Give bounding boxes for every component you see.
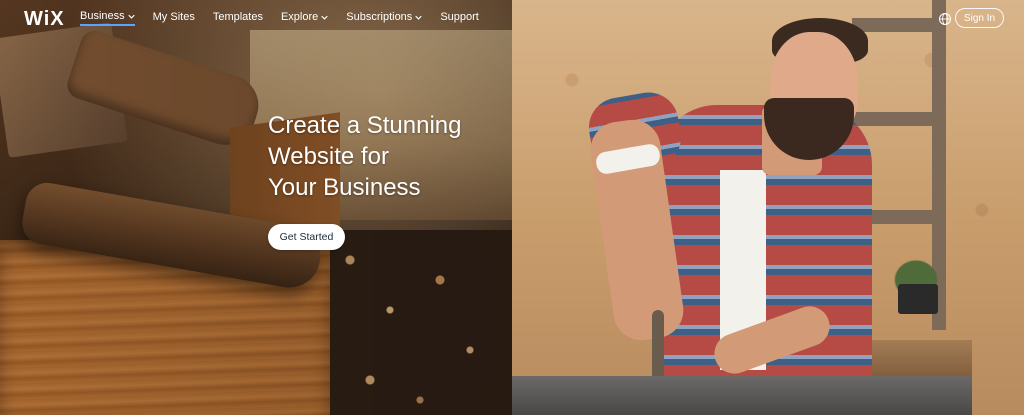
top-navigation: WiX Business My Sites Templates Explore	[0, 0, 512, 36]
nav-item-templates[interactable]: Templates	[213, 10, 263, 26]
nav-item-label: Business	[80, 10, 125, 22]
sign-in-button[interactable]: Sign In	[955, 8, 1004, 28]
nav-item-label: My Sites	[152, 11, 195, 23]
chevron-down-icon	[127, 13, 135, 20]
nav-item-business[interactable]: Business	[80, 10, 135, 26]
chevron-down-icon	[415, 14, 423, 21]
nav-item-label: Templates	[212, 11, 263, 23]
get-started-button[interactable]: Get Started	[268, 224, 345, 250]
nav-item-label: Support	[440, 11, 479, 23]
headline-line: Your Business	[268, 174, 421, 201]
nav-item-label: Subscriptions	[346, 11, 413, 23]
hero-image-tools	[0, 0, 512, 415]
globe-icon[interactable]	[938, 12, 952, 26]
hero-image-carpenter	[512, 0, 1024, 415]
nav-item-subscriptions[interactable]: Subscriptions	[346, 10, 423, 26]
hero-headline: Create a Stunning Website for Your Busin…	[268, 110, 461, 203]
nav-menu: Business My Sites Templates Explore Subs…	[80, 10, 479, 26]
nav-item-support[interactable]: Support	[440, 10, 479, 26]
hero-section: WiX Business My Sites Templates Explore	[0, 0, 1024, 415]
headline-line: Create a Stunning	[268, 112, 462, 139]
image-overlay	[0, 0, 512, 415]
headline-line: Website for	[268, 143, 389, 170]
ladder-rung	[852, 18, 946, 32]
ladder-rung	[852, 112, 946, 126]
chevron-down-icon	[321, 14, 328, 21]
nav-item-explore[interactable]: Explore	[281, 10, 328, 26]
workbench	[512, 376, 972, 415]
nav-item-my-sites[interactable]: My Sites	[153, 10, 195, 26]
chisel-tool	[652, 310, 664, 380]
wix-logo[interactable]: WiX	[24, 8, 65, 31]
nav-item-label: Explore	[280, 11, 319, 23]
plant-pot	[898, 284, 938, 314]
